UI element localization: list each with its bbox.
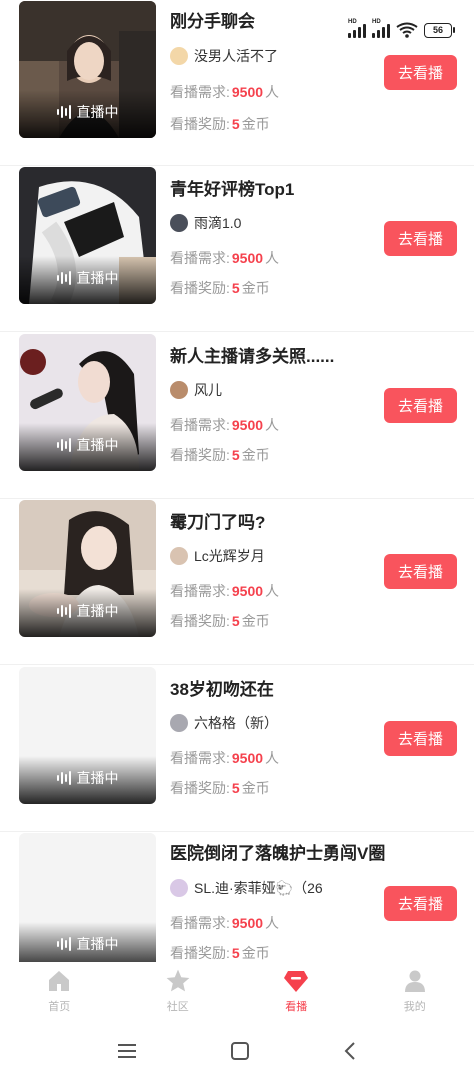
audio-wave-icon [56, 105, 71, 119]
stream-title: 38岁初吻还在 [170, 680, 274, 699]
tab-community[interactable]: 社区 [119, 962, 238, 1026]
list-item[interactable]: 直播中 霉刀门了吗? Lc光辉岁月 看播需求: 9500 人 看播奖励: 5 金币 去看… [0, 499, 474, 665]
avatar [170, 879, 188, 897]
stream-title: 新人主播请多关照...... [170, 347, 335, 366]
live-thumbnail[interactable]: 直播中 [19, 167, 156, 304]
live-badge: 直播中 [19, 102, 156, 122]
watch-button[interactable]: 去看播 [384, 721, 457, 756]
system-navigation-bar [0, 1026, 474, 1080]
battery-icon: 56 [424, 22, 455, 38]
signal-icon: HD [348, 19, 366, 38]
watch-button[interactable]: 去看播 [384, 388, 457, 423]
home-square-icon[interactable] [230, 1041, 250, 1066]
list-item[interactable]: 直播中 青年好评榜Top1 雨滴1.0 看播需求: 9500 人 看播奖励: 5 金币 … [0, 166, 474, 332]
back-icon[interactable] [343, 1041, 357, 1066]
live-badge: 直播中 [19, 934, 156, 954]
avatar [170, 547, 188, 565]
live-thumbnail[interactable]: 直播中 [19, 667, 156, 804]
avatar [170, 47, 188, 65]
streamer: SL.迪·索菲娅🐑（26 [170, 878, 323, 898]
avatar [170, 214, 188, 232]
demand-stat: 看播需求: 9500 人 [170, 417, 280, 433]
audio-wave-icon [56, 271, 71, 285]
live-thumbnail[interactable]: 直播中 [19, 334, 156, 471]
demand-stat: 看播需求: 9500 人 [170, 84, 280, 100]
menu-icon[interactable] [117, 1043, 137, 1064]
watch-button[interactable]: 去看播 [384, 554, 457, 589]
live-thumbnail[interactable]: 直播中 [19, 1, 156, 138]
streamer: 雨滴1.0 [170, 213, 241, 233]
live-badge: 直播中 [19, 435, 156, 455]
live-badge: 直播中 [19, 768, 156, 788]
tab-watch[interactable]: 看播 [237, 962, 356, 1026]
live-badge: 直播中 [19, 268, 156, 288]
demand-stat: 看播需求: 9500 人 [170, 915, 280, 931]
bottom-tab-bar: 首页 社区 看播 我的 [0, 962, 474, 1026]
gem-icon [283, 968, 309, 994]
demand-stat: 看播需求: 9500 人 [170, 583, 280, 599]
reward-stat: 看播奖励: 5 金币 [170, 780, 270, 796]
reward-stat: 看播奖励: 5 金币 [170, 280, 270, 296]
avatar [170, 714, 188, 732]
watch-button[interactable]: 去看播 [384, 221, 457, 256]
audio-wave-icon [56, 604, 71, 618]
stream-title: 霉刀门了吗? [170, 513, 266, 532]
streamer: 没男人活不了 [170, 46, 278, 66]
streamer: 风儿 [170, 380, 222, 400]
live-thumbnail[interactable]: 直播中 [19, 833, 156, 970]
person-icon [402, 968, 428, 994]
demand-stat: 看播需求: 9500 人 [170, 250, 280, 266]
watch-button[interactable]: 去看播 [384, 886, 457, 921]
stream-title: 青年好评榜Top1 [170, 180, 295, 199]
audio-wave-icon [56, 438, 71, 452]
avatar [170, 381, 188, 399]
tab-me[interactable]: 我的 [356, 962, 474, 1026]
status-bar: HD HD 56 [348, 18, 455, 42]
list-item[interactable]: 直播中 38岁初吻还在 六格格（新） 看播需求: 9500 人 看播奖励: 5 金币 去… [0, 666, 474, 832]
home-icon [46, 968, 72, 994]
reward-stat: 看播奖励: 5 金币 [170, 116, 270, 132]
streamer: 六格格（新） [170, 713, 278, 733]
star-icon [165, 968, 191, 994]
reward-stat: 看播奖励: 5 金币 [170, 945, 270, 961]
audio-wave-icon [56, 937, 71, 951]
streamer: Lc光辉岁月 [170, 546, 265, 566]
signal-icon-2: HD [372, 19, 390, 38]
list-item[interactable]: 直播中 新人主播请多关照...... 风儿 看播需求: 9500 人 看播奖励: 5 金… [0, 333, 474, 499]
live-badge: 直播中 [19, 601, 156, 621]
demand-stat: 看播需求: 9500 人 [170, 750, 280, 766]
watch-button[interactable]: 去看播 [384, 55, 457, 90]
live-thumbnail[interactable]: 直播中 [19, 500, 156, 637]
reward-stat: 看播奖励: 5 金币 [170, 613, 270, 629]
tab-home[interactable]: 首页 [0, 962, 119, 1026]
stream-title: 医院倒闭了落魄护士勇闯V圈 [170, 844, 386, 863]
reward-stat: 看播奖励: 5 金币 [170, 447, 270, 463]
audio-wave-icon [56, 771, 71, 785]
wifi-icon [396, 22, 418, 38]
